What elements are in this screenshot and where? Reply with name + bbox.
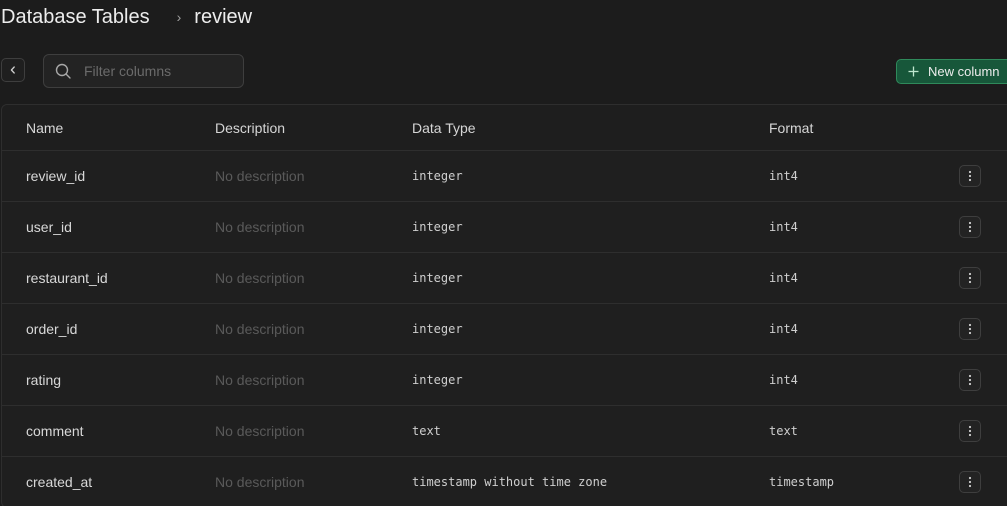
column-name: created_at — [26, 474, 93, 490]
table-row[interactable]: created_at No description timestamp with… — [2, 457, 1007, 506]
breadcrumb: Database Tables › review — [0, 3, 252, 31]
column-data-type: integer — [412, 271, 463, 285]
column-data-type: integer — [412, 169, 463, 183]
breadcrumb-root[interactable]: Database Tables — [0, 6, 150, 29]
table-row[interactable]: restaurant_id No description integer int… — [2, 253, 1007, 304]
row-actions-button[interactable] — [959, 471, 981, 493]
search-icon — [55, 63, 71, 79]
more-vertical-icon — [968, 476, 972, 488]
column-data-type: integer — [412, 322, 463, 336]
column-name: rating — [26, 372, 62, 388]
header-name: Name — [26, 119, 64, 136]
column-name: review_id — [26, 168, 86, 184]
search-input[interactable] — [82, 62, 236, 80]
search-box[interactable] — [43, 54, 244, 88]
column-name: restaurant_id — [26, 270, 108, 286]
column-format: timestamp — [769, 475, 835, 489]
table-header: Name Description Data Type Format — [2, 105, 1007, 151]
header-description: Description — [215, 119, 286, 136]
table-row[interactable]: comment No description text text — [2, 406, 1007, 457]
row-actions-button[interactable] — [959, 165, 981, 187]
row-actions-button[interactable] — [959, 420, 981, 442]
row-actions-button[interactable] — [959, 369, 981, 391]
column-format: int4 — [769, 169, 798, 183]
back-button[interactable] — [1, 58, 25, 82]
column-data-type: integer — [412, 220, 463, 234]
column-name: user_id — [26, 219, 72, 235]
column-format: int4 — [769, 373, 798, 387]
column-name: order_id — [26, 321, 78, 337]
column-description: No description — [215, 372, 305, 388]
new-column-label: New column — [928, 64, 1000, 79]
column-name: comment — [26, 423, 84, 439]
more-vertical-icon — [968, 425, 972, 437]
column-description: No description — [215, 270, 305, 286]
more-vertical-icon — [968, 374, 972, 386]
column-description: No description — [215, 168, 305, 184]
breadcrumb-current: review — [194, 5, 253, 28]
table-row[interactable]: review_id No description integer int4 — [2, 151, 1007, 202]
column-description: No description — [215, 219, 305, 235]
table-row[interactable]: user_id No description integer int4 — [2, 202, 1007, 253]
column-data-type: text — [412, 424, 441, 438]
header-format: Format — [769, 119, 814, 136]
chevron-left-icon — [10, 66, 15, 74]
table-row[interactable]: rating No description integer int4 — [2, 355, 1007, 406]
column-format: int4 — [769, 271, 798, 285]
column-description: No description — [215, 423, 305, 439]
breadcrumb-separator-icon: › — [176, 9, 182, 25]
column-data-type: timestamp without time zone — [412, 475, 608, 489]
row-actions-button[interactable] — [959, 216, 981, 238]
row-actions-button[interactable] — [959, 318, 981, 340]
column-data-type: integer — [412, 373, 463, 387]
new-column-button[interactable]: New column — [896, 59, 1007, 84]
column-format: int4 — [769, 322, 798, 336]
row-actions-button[interactable] — [959, 267, 981, 289]
column-description: No description — [215, 474, 305, 490]
column-format: text — [769, 424, 798, 438]
page: Database Tables › review New column Name… — [0, 0, 1007, 506]
column-description: No description — [215, 321, 305, 337]
column-format: int4 — [769, 220, 798, 234]
plus-icon — [908, 66, 919, 77]
more-vertical-icon — [968, 221, 972, 233]
table-row[interactable]: order_id No description integer int4 — [2, 304, 1007, 355]
more-vertical-icon — [968, 323, 972, 335]
columns-table: Name Description Data Type Format review… — [1, 104, 1007, 506]
more-vertical-icon — [968, 170, 972, 182]
more-vertical-icon — [968, 272, 972, 284]
header-data-type: Data Type — [412, 119, 476, 136]
